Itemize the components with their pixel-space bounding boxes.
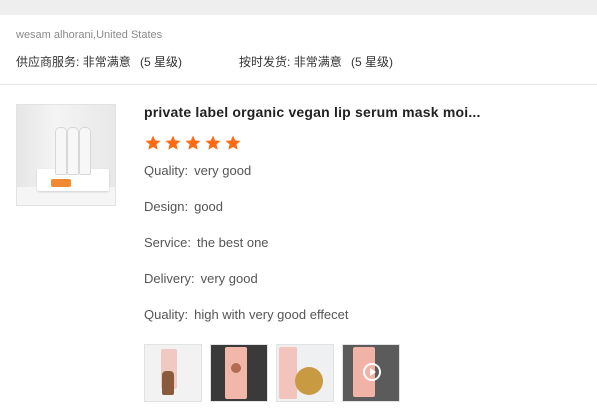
reviewer-name: wesam alhorani,United States: [16, 29, 163, 41]
comment-sep: :: [187, 235, 191, 250]
comment-key: Quality: [144, 163, 185, 178]
on-time-shipment-level: (5 星级): [351, 55, 394, 69]
comment-value: very good: [200, 271, 258, 286]
comment-value: high with very good effecet: [194, 307, 349, 322]
review-photos: [144, 344, 400, 402]
on-time-shipment-rating: 按时发货: 非常满意 (5 星级): [239, 53, 393, 70]
comment-sep: :: [184, 199, 189, 214]
comment-line: Design: good: [144, 199, 223, 214]
on-time-shipment-value: 非常满意: [293, 55, 342, 69]
star-icon: [225, 135, 241, 150]
comment-sep: :: [184, 307, 189, 322]
comment-sep: :: [184, 163, 189, 178]
comment-value: good: [194, 199, 224, 214]
product-title-link[interactable]: private label organic vegan lip serum ma…: [144, 104, 481, 120]
lip-tube-icon: [55, 127, 67, 175]
supplier-service-value: 非常满意: [82, 55, 131, 69]
comment-key: Quality: [144, 307, 185, 322]
comment-key: Delivery: [144, 271, 191, 286]
lip-tube-icon: [79, 127, 91, 175]
comment-key: Design: [144, 199, 185, 214]
play-icon[interactable]: [363, 363, 381, 381]
top-bar: [0, 0, 597, 15]
product-thumbnail[interactable]: [16, 104, 116, 206]
supplier-service-label: 供应商服务:: [16, 55, 80, 69]
star-icon: [165, 135, 181, 150]
section-divider: [0, 84, 597, 85]
comment-line: Service: the best one: [144, 235, 269, 250]
comment-value: very good: [194, 163, 252, 178]
star-rating: [144, 134, 242, 154]
product-photo-bottle[interactable]: [144, 344, 202, 402]
star-icon: [205, 135, 221, 150]
supplier-service-level: (5 星级): [140, 55, 183, 69]
comment-key: Service: [144, 235, 188, 250]
star-icon: [145, 135, 161, 150]
star-icon: [185, 135, 201, 150]
comment-sep: :: [190, 271, 195, 286]
orange-cap-icon: [51, 179, 71, 187]
product-photo-serum-drop[interactable]: [276, 344, 334, 402]
on-time-shipment-label: 按时发货:: [239, 55, 291, 69]
product-video[interactable]: [342, 344, 400, 402]
comment-value: the best one: [196, 235, 269, 250]
product-photo-box[interactable]: [210, 344, 268, 402]
comment-line: Quality: high with very good effecet: [144, 307, 349, 322]
lip-tube-icon: [67, 127, 79, 175]
comment-line: Delivery: very good: [144, 271, 258, 286]
comment-line: Quality: very good: [144, 163, 251, 178]
supplier-service-rating: 供应商服务: 非常满意 (5 星级): [16, 53, 182, 70]
